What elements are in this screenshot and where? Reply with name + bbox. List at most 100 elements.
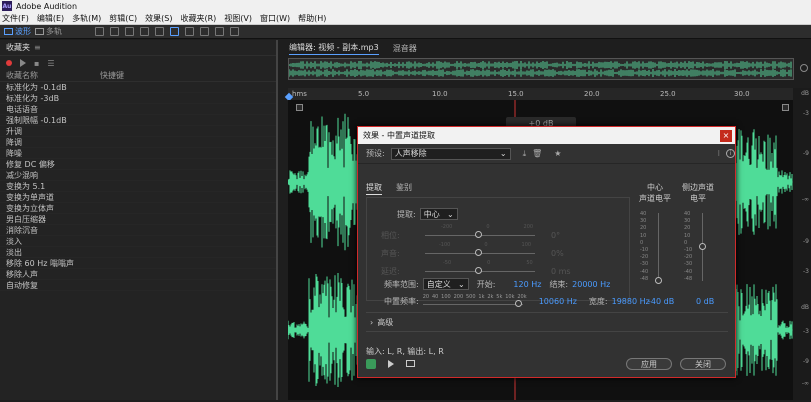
side-level-meter[interactable]: 40 30 20 10 0 -10 -20 -30 -40 -48	[684, 211, 714, 285]
db-label: -9	[803, 150, 809, 157]
center-meter-value[interactable]: -40 dB	[648, 297, 674, 306]
menu-view[interactable]: 视图(V)	[224, 13, 252, 24]
col-shortcut[interactable]: 快捷键	[100, 70, 124, 81]
menu-favorites[interactable]: 收藏夹(R)	[180, 13, 216, 24]
panel-menu-icon[interactable]: ≡	[34, 43, 41, 52]
favorite-item[interactable]: 变换为立体声	[0, 203, 277, 214]
favorite-item[interactable]: 男白压缩器	[0, 214, 277, 225]
favorite-item[interactable]: 降调	[0, 137, 277, 148]
menu-file[interactable]: 文件(F)	[2, 13, 29, 24]
volume-knob[interactable]	[475, 249, 482, 256]
favorite-item[interactable]: 自动修复	[0, 280, 277, 291]
chevron-right-icon: ›	[370, 318, 374, 327]
center-freq-value[interactable]: 10060 Hz	[539, 297, 577, 306]
tab-mixer[interactable]: 混音器	[393, 43, 417, 54]
spectral-display-icon[interactable]	[95, 27, 104, 36]
center-freq-slider[interactable]: 20 40 100 200 500 1k 2k 5k 10k 20k	[422, 294, 527, 308]
time-ruler[interactable]: hms 5.0 10.0 15.0 20.0 25.0 30.0	[288, 88, 793, 100]
menu-clip[interactable]: 剪辑(C)	[109, 13, 137, 24]
multitrack-view-button[interactable]: 多轨	[35, 26, 62, 37]
menu-effects[interactable]: 效果(S)	[145, 13, 172, 24]
play-favorite-icon[interactable]	[20, 59, 26, 67]
spectral-pitch-icon[interactable]	[110, 27, 119, 36]
panel-splitter[interactable]	[276, 40, 278, 400]
db-scale: dB -3 -9 -∞ -9 -3 dB -3 -9 -∞	[793, 88, 811, 400]
ruler-tick: 10.0	[432, 90, 448, 98]
channel-toggle-icon[interactable]	[296, 104, 303, 111]
time-selection-tool-icon[interactable]	[170, 27, 179, 36]
side-meter-value[interactable]: 0 dB	[696, 297, 714, 306]
list-icon[interactable]: ☰	[47, 59, 54, 68]
favorite-item[interactable]: 强制限幅 -0.1dB	[0, 115, 277, 126]
center-freq-tick: 5k	[496, 294, 503, 300]
menu-multitrack[interactable]: 多轨(M)	[72, 13, 101, 24]
center-level-meter[interactable]: 40 30 20 10 0 -10 -20 -30 -40 -48	[640, 211, 670, 285]
start-value[interactable]: 120 Hz	[513, 280, 541, 289]
power-toggle-icon[interactable]	[366, 359, 376, 369]
width-value[interactable]: 19880 Hz	[612, 297, 650, 306]
dialog-close-icon[interactable]: ×	[720, 129, 732, 142]
record-favorite-icon[interactable]	[6, 60, 12, 66]
preview-play-icon[interactable]	[388, 360, 394, 368]
dialog-title-bar[interactable]: 效果 - 中置声道提取 ×	[358, 127, 735, 144]
favorite-item[interactable]: 升调	[0, 126, 277, 137]
side-meter-title: 侧边声道 电平	[682, 183, 714, 203]
favorite-item[interactable]: 淡入	[0, 236, 277, 247]
pan-knob[interactable]	[475, 231, 482, 238]
favorite-item[interactable]: 消除沉音	[0, 225, 277, 236]
spot-heal-tool-icon[interactable]	[230, 27, 239, 36]
preset-select[interactable]: 人声移除 ⌄	[390, 147, 511, 160]
zoom-icon[interactable]	[800, 64, 808, 72]
favorite-item[interactable]: 修复 DC 偏移	[0, 159, 277, 170]
menu-edit[interactable]: 编辑(E)	[37, 13, 64, 24]
favorite-item[interactable]: 标准化为 -0.1dB	[0, 82, 277, 93]
info-icon[interactable]: i	[726, 149, 736, 158]
menu-help[interactable]: 帮助(H)	[298, 13, 326, 24]
advanced-toggle[interactable]: › 高级	[370, 317, 393, 328]
app-title: Adobe Audition	[16, 1, 78, 11]
slip-tool-icon[interactable]	[155, 27, 164, 36]
waveform-view-button[interactable]: 波形	[4, 26, 31, 37]
favorite-item[interactable]: 变换为 5.1	[0, 181, 277, 192]
favorite-item[interactable]: 减少混响	[0, 170, 277, 181]
preset-row: 预设: 人声移除 ⌄ ⤓ 🗑 ★ ⁝ i	[358, 144, 736, 164]
delay-knob[interactable]	[475, 267, 482, 274]
pan-slider[interactable]	[425, 231, 535, 238]
tab-discrimination[interactable]: 鉴别	[396, 182, 412, 195]
extract-select[interactable]: 中心 ⌄	[419, 208, 458, 220]
volume-slider[interactable]	[425, 249, 535, 256]
favorite-star-icon[interactable]: ★	[554, 149, 561, 158]
apply-button[interactable]: 应用	[626, 358, 672, 370]
brush-tool-icon[interactable]	[215, 27, 224, 36]
favorite-item[interactable]: 移除人声	[0, 269, 277, 280]
favorite-item[interactable]: 淡出	[0, 247, 277, 258]
waveform-overview[interactable]	[288, 58, 794, 80]
marquee-tool-icon[interactable]	[185, 27, 194, 36]
delay-slider[interactable]	[425, 267, 535, 274]
center-meter-knob[interactable]	[655, 277, 662, 284]
freq-range-select[interactable]: 自定义 ⌄	[422, 278, 469, 290]
lasso-tool-icon[interactable]	[200, 27, 209, 36]
side-meter-knob[interactable]	[699, 243, 706, 250]
channel-toggle-icon-right[interactable]	[782, 104, 789, 111]
close-button[interactable]: 关闭	[680, 358, 726, 370]
razor-tool-icon[interactable]	[140, 27, 149, 36]
center-freq-knob[interactable]	[514, 300, 522, 307]
save-preset-icon[interactable]: ⤓	[523, 149, 527, 159]
move-tool-icon[interactable]	[125, 27, 134, 36]
meter-tick: -10	[684, 247, 693, 253]
favorite-item[interactable]: 变换为单声道	[0, 192, 277, 203]
stop-icon[interactable]: ▪	[34, 59, 39, 68]
favorite-item[interactable]: 移除 60 Hz 嗡嗡声	[0, 258, 277, 269]
favorite-item[interactable]: 标准化为 -3dB	[0, 93, 277, 104]
delete-preset-icon[interactable]: 🗑	[532, 149, 542, 158]
menu-window[interactable]: 窗口(W)	[260, 13, 290, 24]
loop-icon[interactable]	[406, 360, 415, 367]
favorite-item[interactable]: 降噪	[0, 148, 277, 159]
favorite-item[interactable]: 电话语音	[0, 104, 277, 115]
channel-routing-icon[interactable]: ⁝	[717, 149, 720, 158]
tab-extract[interactable]: 提取	[366, 182, 382, 195]
col-name[interactable]: 收藏名称	[6, 70, 100, 81]
end-value[interactable]: 20000 Hz	[572, 280, 610, 289]
tab-editor[interactable]: 编辑器: 视频 - 副本.mp3	[289, 42, 379, 55]
